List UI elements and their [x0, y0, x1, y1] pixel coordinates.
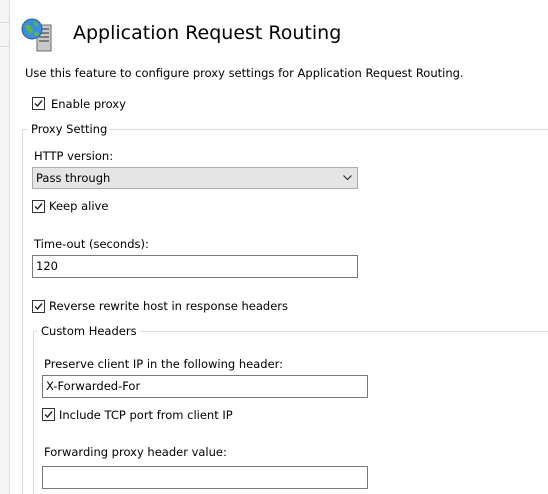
checkmark-icon: [44, 411, 53, 419]
keep-alive-checkbox[interactable]: [32, 200, 45, 213]
reverse-rewrite-checkbox[interactable]: [32, 300, 45, 313]
http-version-label: HTTP version:: [34, 149, 114, 163]
timeout-label: Time-out (seconds):: [34, 237, 149, 251]
forwarding-proxy-input[interactable]: [42, 466, 368, 489]
page-title: Application Request Routing: [73, 22, 342, 44]
preserve-client-ip-label: Preserve client IP in the following head…: [44, 357, 284, 371]
forwarding-proxy-label: Forwarding proxy header value:: [44, 445, 227, 459]
preserve-client-ip-input[interactable]: X-Forwarded-For: [42, 375, 368, 398]
keep-alive-label[interactable]: Keep alive: [49, 199, 108, 213]
checkmark-icon: [34, 303, 43, 311]
proxy-setting-group-side: [22, 129, 23, 494]
enable-proxy-label[interactable]: Enable proxy: [51, 97, 126, 111]
feature-description: Use this feature to configure proxy sett…: [25, 66, 464, 80]
left-panel-edge: [0, 0, 10, 494]
enable-proxy-checkbox[interactable]: [32, 97, 45, 110]
server-globe-icon: [20, 17, 56, 53]
include-tcp-port-checkbox[interactable]: [42, 408, 55, 421]
left-panel-divider: [0, 22, 9, 23]
http-version-value: Pass through: [36, 171, 111, 185]
left-panel-divider: [0, 46, 9, 47]
include-tcp-port-label[interactable]: Include TCP port from client IP: [59, 408, 233, 422]
chevron-down-icon: [343, 175, 352, 181]
checkmark-icon: [34, 100, 43, 108]
proxy-setting-legend: Proxy Setting: [28, 122, 111, 136]
custom-headers-group-side: [33, 331, 34, 494]
checkmark-icon: [34, 203, 43, 211]
http-version-dropdown[interactable]: Pass through: [32, 167, 358, 189]
timeout-input[interactable]: 120: [32, 255, 358, 278]
reverse-rewrite-label[interactable]: Reverse rewrite host in response headers: [49, 299, 288, 313]
custom-headers-legend: Custom Headers: [38, 324, 140, 338]
